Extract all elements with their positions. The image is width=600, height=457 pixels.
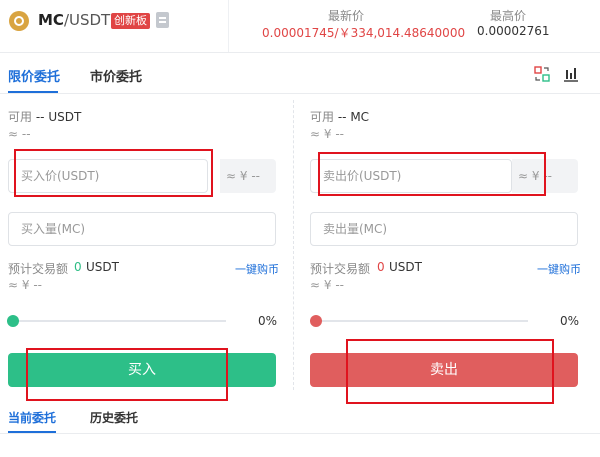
latest-price-value: 0.00001745/￥334,014.48640000	[262, 26, 466, 40]
buy-quick-buy-link[interactable]: 一键购币	[235, 261, 279, 277]
buy-available: 可用 -- USDT	[8, 108, 81, 125]
buy-percent-value: 0%	[258, 314, 278, 328]
buy-button[interactable]: 买入	[8, 353, 276, 387]
panel-divider	[293, 100, 294, 390]
sell-available-value: -- MC	[337, 110, 370, 124]
sell-available-label: 可用	[310, 110, 335, 124]
active-tab-indicator	[8, 91, 58, 93]
buy-est-label: 预计交易额	[8, 262, 69, 276]
buy-price-cny-estimate: ≈ ¥ --	[220, 159, 276, 193]
sell-price-cny-estimate: ≈ ¥ --	[512, 159, 578, 193]
buy-price-input[interactable]: 买入价(USDT)	[8, 159, 208, 193]
innovation-board-badge: 创新板	[111, 13, 150, 29]
sell-amount-input[interactable]: 卖出量(MC)	[310, 212, 578, 246]
bottom-active-tab-indicator	[8, 431, 56, 433]
latest-price-label: 最新价	[328, 9, 365, 23]
sell-percent-value: 0%	[560, 314, 580, 328]
sell-button[interactable]: 卖出	[310, 353, 578, 387]
buy-est-value: 0	[74, 260, 82, 274]
market-header: MC/USDT 创新板 最新价 0.00001745/￥334,014.4864…	[0, 0, 600, 53]
sell-available-approx: ≈ ¥ --	[310, 127, 344, 141]
tab-market-order[interactable]: 市价委托	[90, 66, 142, 85]
buy-percent-slider[interactable]	[12, 320, 226, 322]
trading-pair[interactable]: MC/USDT	[38, 11, 110, 29]
buy-available-approx: ≈ --	[8, 127, 31, 141]
document-icon[interactable]	[156, 12, 169, 28]
sell-slider-handle[interactable]	[310, 315, 322, 327]
sell-est-unit: USDT	[389, 260, 422, 274]
buy-est-unit: USDT	[86, 260, 119, 274]
sell-est-label: 预计交易额	[310, 262, 371, 276]
order-history-tabs: 当前委托 历史委托	[0, 401, 600, 434]
buy-amount-input[interactable]: 买入量(MC)	[8, 212, 276, 246]
sell-percent-slider[interactable]	[316, 320, 528, 322]
sell-est-value: 0	[377, 260, 385, 274]
sell-quick-buy-link[interactable]: 一键购币	[537, 261, 581, 277]
header-divider	[228, 0, 229, 52]
sell-price-input[interactable]: 卖出价(USDT)	[310, 159, 512, 193]
base-symbol: MC	[38, 11, 64, 29]
buy-available-value: -- USDT	[35, 110, 82, 124]
quote-symbol: /USDT	[63, 11, 111, 29]
buy-slider-handle[interactable]	[7, 315, 19, 327]
chart-bars-icon[interactable]	[563, 66, 579, 82]
buy-est-approx: ≈ ¥ --	[8, 278, 42, 292]
sell-est-approx: ≈ ¥ --	[310, 278, 344, 292]
sell-available: 可用 -- MC	[310, 108, 369, 125]
high-price-label: 最高价	[490, 9, 527, 23]
tab-order-history[interactable]: 历史委托	[90, 409, 138, 426]
tab-limit-order[interactable]: 限价委托	[8, 66, 60, 85]
swap-layout-icon[interactable]	[534, 66, 550, 82]
buy-available-label: 可用	[8, 110, 33, 124]
order-type-tabs: 限价委托 市价委托	[0, 53, 600, 94]
coin-logo-icon	[9, 11, 29, 31]
tab-current-orders[interactable]: 当前委托	[8, 409, 56, 426]
high-price-value: 0.00002761	[477, 24, 550, 38]
